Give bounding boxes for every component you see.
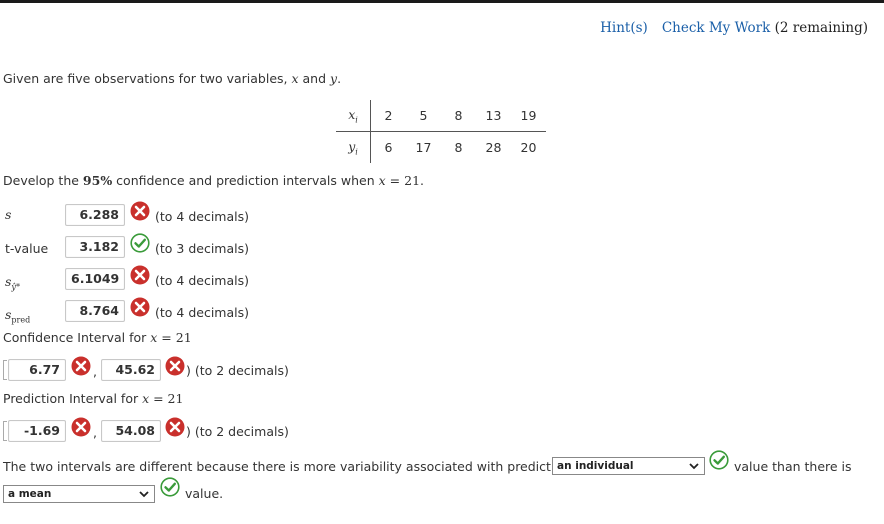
hints-link[interactable]: Hint(s) (600, 20, 648, 36)
y-value: 6 (384, 140, 393, 155)
observations-table: xi 2 5 8 13 19 yi 6 17 8 28 20 (336, 100, 546, 163)
top-border (0, 0, 884, 3)
s-yhat-input[interactable]: 6.1049 (65, 268, 125, 290)
ci-hint: ) (to 2 decimals) (186, 363, 289, 378)
final-mid-text: value than there is (734, 459, 852, 474)
s-input[interactable]: 6.288 (65, 204, 125, 226)
pi-lower-input[interactable]: -1.69 (8, 420, 66, 442)
check-icon (709, 450, 729, 470)
t-value-label: t-value (5, 241, 49, 256)
mean-select-value: a mean (8, 488, 52, 500)
s-yhat-hint: (to 4 decimals) (155, 273, 249, 288)
wrong-icon (165, 356, 185, 376)
pi-hint: ) (to 2 decimals) (186, 424, 289, 439)
y-value: 8 (454, 140, 463, 155)
x-value: 2 (370, 100, 406, 132)
x-value: 19 (511, 100, 546, 132)
open-paren (3, 421, 7, 441)
s-pred-hint: (to 4 decimals) (155, 305, 249, 320)
ci-upper-input[interactable]: 45.62 (101, 359, 161, 381)
develop-text: Develop the 95% confidence and predictio… (3, 173, 425, 188)
ci-label: Confidence Interval for x = 21 (3, 330, 192, 345)
x-value: 13 (476, 100, 511, 132)
x-label: xi (336, 100, 371, 132)
final-end-text: value. (185, 486, 224, 501)
wrong-icon (130, 265, 150, 285)
y-value: 20 (520, 140, 537, 155)
final-text: The two intervals are different because … (3, 459, 571, 474)
y-value: 17 (415, 140, 432, 155)
pi-label: Prediction Interval for x = 21 (3, 391, 184, 406)
check-icon (160, 477, 180, 497)
top-links: Hint(s) Check My Work (2 remaining) (600, 20, 868, 36)
s-label: s (5, 207, 12, 222)
wrong-icon (71, 417, 91, 437)
x-value: 5 (406, 100, 441, 132)
predicting-select[interactable]: an individual (552, 457, 705, 475)
t-value-hint: (to 3 decimals) (155, 241, 249, 256)
remaining-count: (2 remaining) (774, 20, 868, 36)
comma: , (93, 364, 97, 379)
chevron-down-icon (139, 491, 149, 498)
x-value: 8 (441, 100, 476, 132)
s-yhat-label: sŷ* (5, 274, 20, 292)
check-my-work-link[interactable]: Check My Work (662, 20, 771, 36)
predicting-select-value: an individual (557, 460, 634, 472)
ci-lower-input[interactable]: 6.77 (8, 359, 66, 381)
intro-text: Given are five observations for two vari… (3, 71, 342, 86)
wrong-icon (130, 201, 150, 221)
open-paren (3, 360, 7, 380)
s-pred-input[interactable]: 8.764 (65, 300, 125, 322)
s-hint: (to 4 decimals) (155, 209, 249, 224)
wrong-icon (165, 417, 185, 437)
wrong-icon (71, 356, 91, 376)
mean-select[interactable]: a mean (3, 485, 155, 503)
wrong-icon (130, 297, 150, 317)
check-icon (130, 233, 150, 253)
y-value: 28 (485, 140, 502, 155)
chevron-down-icon (689, 463, 699, 470)
s-pred-label: spred (5, 307, 31, 325)
y-label: yi (336, 131, 371, 163)
pi-upper-input[interactable]: 54.08 (101, 420, 161, 442)
comma: , (93, 425, 97, 440)
t-value-input[interactable]: 3.182 (65, 236, 125, 258)
